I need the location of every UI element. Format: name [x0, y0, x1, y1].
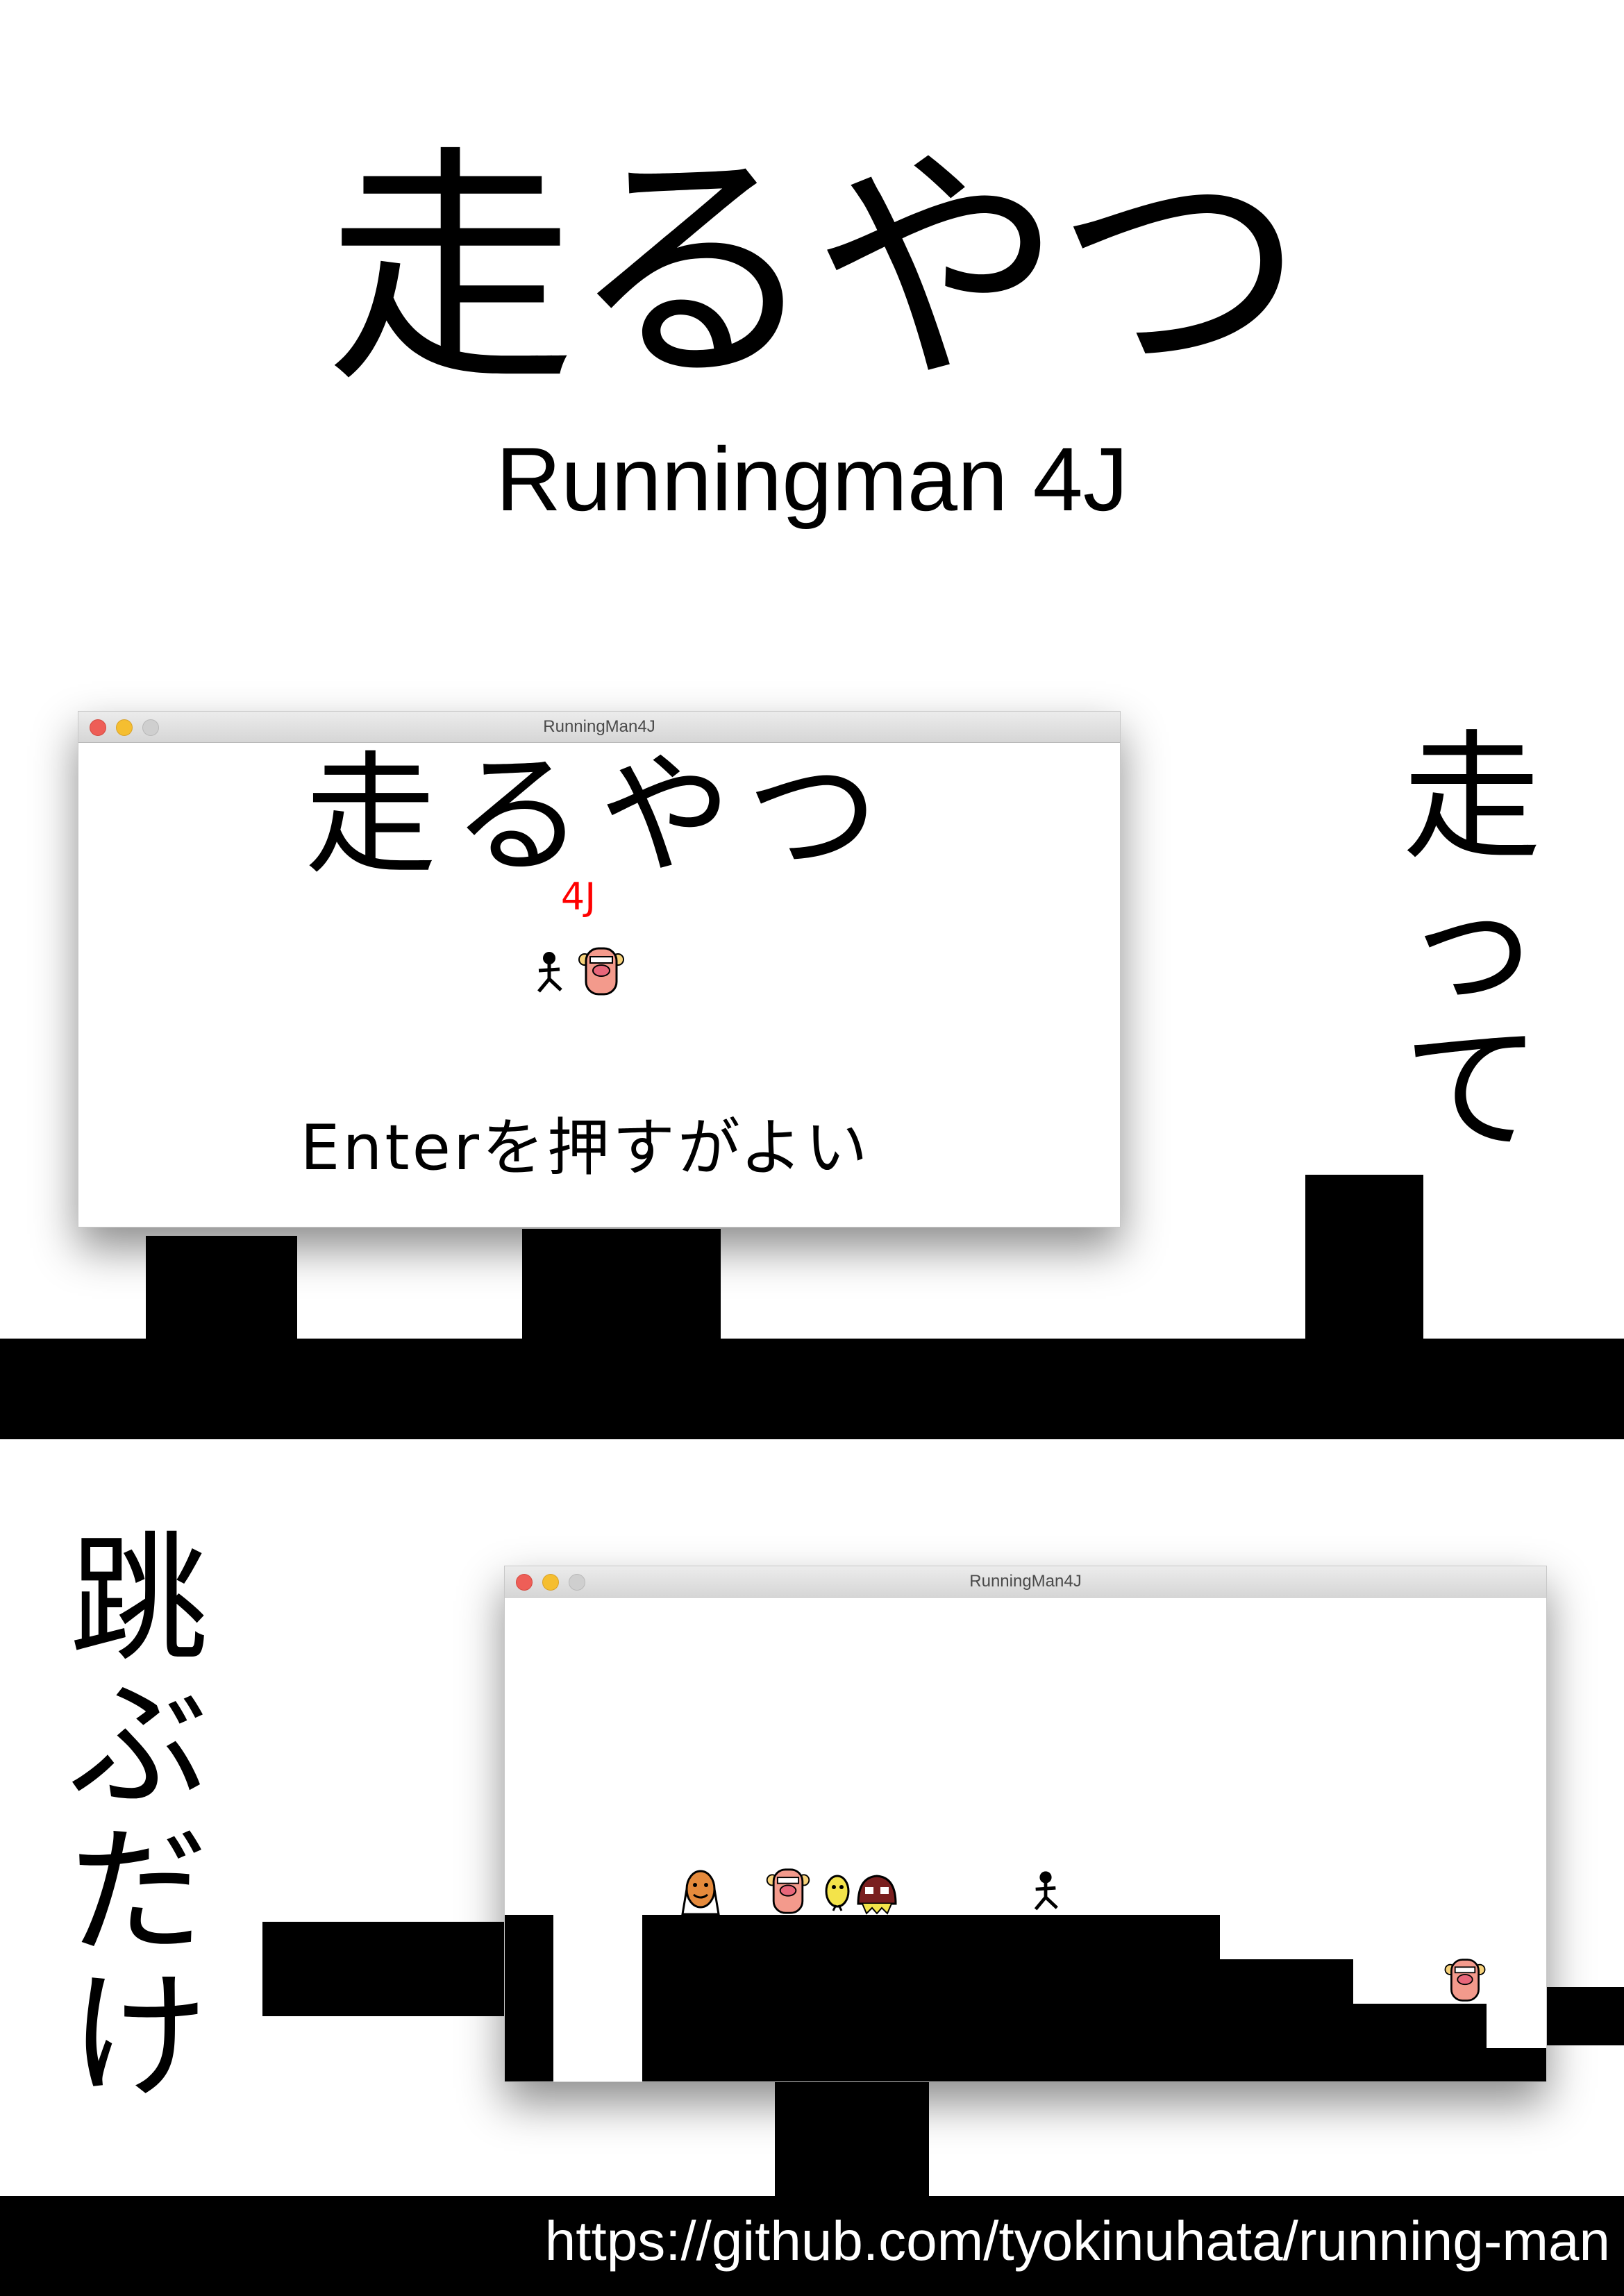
game-canvas[interactable] — [505, 1598, 1546, 2081]
terrain-block — [1485, 2048, 1546, 2081]
yellow-bird-enemy-icon — [825, 1875, 850, 1911]
window-titlebar[interactable]: RunningMan4J — [505, 1566, 1546, 1598]
vertical-char: っ — [1402, 863, 1541, 1025]
pink-monkey-enemy-icon — [1444, 1959, 1486, 2002]
platform-left-arm — [262, 1922, 505, 2016]
start-prompt: Enterを押すがよい — [300, 1112, 871, 1184]
stick-figure-runner-icon — [1034, 1871, 1058, 1911]
platform-center-pillar — [775, 2076, 929, 2201]
vertical-text-jump: 跳 ぶ だ け — [62, 1531, 215, 2114]
pink-monkey-enemy-icon — [766, 1868, 810, 1914]
vertical-text-run: 走 っ て — [1396, 729, 1548, 1166]
vertical-char: け — [69, 1956, 208, 2118]
terrain-block — [642, 1915, 1220, 2081]
poster-title: 走るやつ — [326, 125, 1305, 416]
vertical-char: 跳 — [69, 1519, 208, 1681]
vertical-char: 走 — [1402, 717, 1541, 879]
window-titlebar[interactable]: RunningMan4J — [78, 712, 1120, 743]
game-canvas[interactable]: 走るやつ 4J Enterを押すがよい — [78, 743, 1120, 1227]
terrain-block — [1352, 2004, 1487, 2081]
terrain-block — [505, 1915, 553, 2081]
orange-creature-enemy-icon — [681, 1870, 720, 1916]
platform-right-arm — [1543, 1987, 1624, 2045]
platform-pillar — [522, 1229, 721, 1340]
window-title: RunningMan4J — [969, 1572, 1082, 1591]
stick-figure-runner-icon — [537, 952, 562, 993]
platform-pillar — [1305, 1175, 1423, 1341]
ground-band — [0, 1339, 1624, 1439]
vertical-char: だ — [69, 1811, 208, 1972]
window-title: RunningMan4J — [543, 717, 655, 736]
brown-blob-enemy-icon — [857, 1875, 897, 1915]
game-version: 4J — [560, 875, 596, 919]
game-window-gameplay: RunningMan4J — [504, 1566, 1547, 2082]
vertical-char: ぶ — [69, 1665, 208, 1827]
vertical-char: て — [1402, 1009, 1541, 1171]
platform-pillar — [146, 1236, 297, 1340]
game-title: 走るやつ — [304, 743, 894, 892]
terrain-block — [1219, 1959, 1353, 2081]
pink-monkey-enemy-icon — [578, 947, 624, 996]
game-window-title-screen: RunningMan4J 走るやつ 4J Enterを押すがよい — [78, 711, 1121, 1227]
poster-subtitle: Runningman 4J — [496, 428, 1128, 530]
repository-url[interactable]: https://github.com/tyokinuhata/running-m… — [545, 2213, 1610, 2269]
